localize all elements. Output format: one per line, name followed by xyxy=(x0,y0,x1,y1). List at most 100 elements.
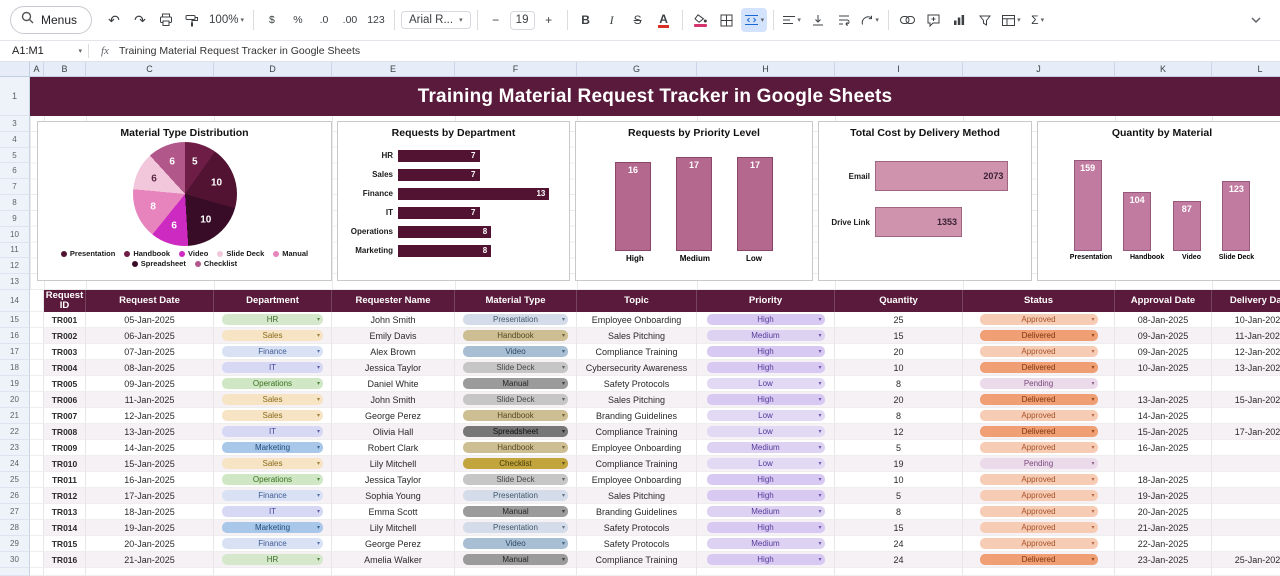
table-header-requester-name[interactable]: Requester Name xyxy=(332,290,455,312)
status-chip[interactable]: Approved▾ xyxy=(980,410,1098,421)
priority-chip[interactable]: Low▾ xyxy=(707,426,825,437)
spacer-cell[interactable] xyxy=(30,536,44,552)
cell-requester-name[interactable]: George Perez xyxy=(332,408,455,424)
zoom-select[interactable]: 100% ▾ xyxy=(206,8,247,32)
cell-delivery-date[interactable]: 17-Jan-2025 xyxy=(1212,424,1280,440)
row-header-21[interactable]: 21 xyxy=(0,408,30,424)
spacer-cell[interactable] xyxy=(30,456,44,472)
priority-chip[interactable]: Low▾ xyxy=(707,378,825,389)
cell-priority[interactable]: High▾ xyxy=(697,344,835,360)
table-header-department[interactable]: Department xyxy=(214,290,332,312)
empty-cell[interactable] xyxy=(1115,568,1212,576)
table-header-material-type[interactable]: Material Type xyxy=(455,290,577,312)
row-header-17[interactable]: 17 xyxy=(0,344,30,360)
cell-request-date[interactable]: 18-Jan-2025 xyxy=(86,504,214,520)
cell-department[interactable]: Operations▾ xyxy=(214,376,332,392)
row-header-25[interactable]: 25 xyxy=(0,472,30,488)
spacer-cell[interactable] xyxy=(30,290,44,312)
row-header-13[interactable]: 13 xyxy=(0,274,30,290)
cell-requester-name[interactable]: John Smith xyxy=(332,392,455,408)
cell-priority[interactable]: High▾ xyxy=(697,472,835,488)
cell-request-date[interactable]: 14-Jan-2025 xyxy=(86,440,214,456)
cell-requester-name[interactable]: Jessica Taylor xyxy=(332,360,455,376)
priority-chip[interactable]: High▾ xyxy=(707,362,825,373)
menus-button[interactable]: Menus xyxy=(10,6,92,34)
cell-topic[interactable]: Compliance Training xyxy=(577,456,697,472)
cell-approval-date[interactable]: 21-Jan-2025 xyxy=(1115,520,1212,536)
cell-delivery-date[interactable] xyxy=(1212,488,1280,504)
cell-topic[interactable]: Compliance Training xyxy=(577,552,697,568)
cell-topic[interactable]: Sales Pitching xyxy=(577,488,697,504)
table-header-status[interactable]: Status xyxy=(963,290,1115,312)
status-chip[interactable]: Delivered▾ xyxy=(980,554,1098,565)
cell-approval-date[interactable]: 19-Jan-2025 xyxy=(1115,488,1212,504)
cell-priority[interactable]: Medium▾ xyxy=(697,536,835,552)
cell-topic[interactable]: Safety Protocols xyxy=(577,520,697,536)
row-header-18[interactable]: 18 xyxy=(0,360,30,376)
cell-material[interactable]: Handbook▾ xyxy=(455,328,577,344)
cell-request-id[interactable]: TR003 xyxy=(44,344,86,360)
material-chip[interactable]: Manual▾ xyxy=(463,378,568,389)
row-header-26[interactable]: 26 xyxy=(0,488,30,504)
cell-material[interactable]: Handbook▾ xyxy=(455,440,577,456)
row-header-29[interactable]: 29 xyxy=(0,536,30,552)
cell-topic[interactable]: Compliance Training xyxy=(577,424,697,440)
priority-chip[interactable]: High▾ xyxy=(707,490,825,501)
status-chip[interactable]: Approved▾ xyxy=(980,538,1098,549)
cell-delivery-date[interactable] xyxy=(1212,536,1280,552)
cell-department[interactable]: Sales▾ xyxy=(214,456,332,472)
cell-department[interactable]: Sales▾ xyxy=(214,392,332,408)
cell-delivery-date[interactable]: 12-Jan-2025 xyxy=(1212,344,1280,360)
row-header-4[interactable]: 4 xyxy=(0,132,30,148)
cell-priority[interactable]: High▾ xyxy=(697,520,835,536)
cell-status[interactable]: Approved▾ xyxy=(963,312,1115,328)
cell-requester-name[interactable]: Amelia Walker xyxy=(332,552,455,568)
fill-color-button[interactable] xyxy=(689,8,713,32)
cell-request-id[interactable]: TR008 xyxy=(44,424,86,440)
cell-approval-date[interactable] xyxy=(1115,456,1212,472)
column-header-E[interactable]: E xyxy=(332,62,455,77)
cell-topic[interactable]: Safety Protocols xyxy=(577,376,697,392)
status-chip[interactable]: Approved▾ xyxy=(980,522,1098,533)
cell-requester-name[interactable]: Jessica Taylor xyxy=(332,472,455,488)
department-chip[interactable]: Sales▾ xyxy=(222,394,323,405)
cell-material[interactable]: Slide Deck▾ xyxy=(455,392,577,408)
priority-chip[interactable]: High▾ xyxy=(707,554,825,565)
borders-button[interactable] xyxy=(715,8,739,32)
cell-request-date[interactable]: 17-Jan-2025 xyxy=(86,488,214,504)
cell-department[interactable]: Marketing▾ xyxy=(214,440,332,456)
cell-request-date[interactable]: 09-Jan-2025 xyxy=(86,376,214,392)
cell-request-id[interactable]: TR015 xyxy=(44,536,86,552)
bold-button[interactable]: B xyxy=(574,8,598,32)
cell-department[interactable]: IT▾ xyxy=(214,424,332,440)
cell-delivery-date[interactable] xyxy=(1212,456,1280,472)
empty-cell[interactable] xyxy=(963,568,1115,576)
text-rotation-button[interactable]: ▾ xyxy=(858,8,882,32)
cell-request-id[interactable]: TR007 xyxy=(44,408,86,424)
select-all-corner[interactable] xyxy=(0,62,30,77)
cell-department[interactable]: Marketing▾ xyxy=(214,520,332,536)
cell-delivery-date[interactable] xyxy=(1212,504,1280,520)
chart-quantity-by-material[interactable]: Quantity by Material15910487123Presentat… xyxy=(1037,121,1280,281)
cell-topic[interactable]: Cybersecurity Awareness xyxy=(577,360,697,376)
status-chip[interactable]: Approved▾ xyxy=(980,346,1098,357)
cell-quantity[interactable]: 24 xyxy=(835,552,963,568)
cell-quantity[interactable]: 5 xyxy=(835,440,963,456)
department-chip[interactable]: IT▾ xyxy=(222,426,323,437)
row-header-14[interactable]: 14 xyxy=(0,290,30,312)
cell-status[interactable]: Delivered▾ xyxy=(963,328,1115,344)
row-header-1[interactable]: 1 xyxy=(0,77,30,116)
spacer-cell[interactable] xyxy=(30,360,44,376)
cell-requester-name[interactable]: Emma Scott xyxy=(332,504,455,520)
material-chip[interactable]: Presentation▾ xyxy=(463,490,568,501)
priority-chip[interactable]: High▾ xyxy=(707,522,825,533)
table-header-topic[interactable]: Topic xyxy=(577,290,697,312)
cell-request-date[interactable]: 15-Jan-2025 xyxy=(86,456,214,472)
cell-approval-date[interactable]: 09-Jan-2025 xyxy=(1115,328,1212,344)
row-header-30[interactable]: 30 xyxy=(0,552,30,568)
cell-approval-date[interactable]: 14-Jan-2025 xyxy=(1115,408,1212,424)
column-header-D[interactable]: D xyxy=(214,62,332,77)
cell-material[interactable]: Presentation▾ xyxy=(455,488,577,504)
cell-department[interactable]: Operations▾ xyxy=(214,472,332,488)
empty-cell[interactable] xyxy=(455,568,577,576)
